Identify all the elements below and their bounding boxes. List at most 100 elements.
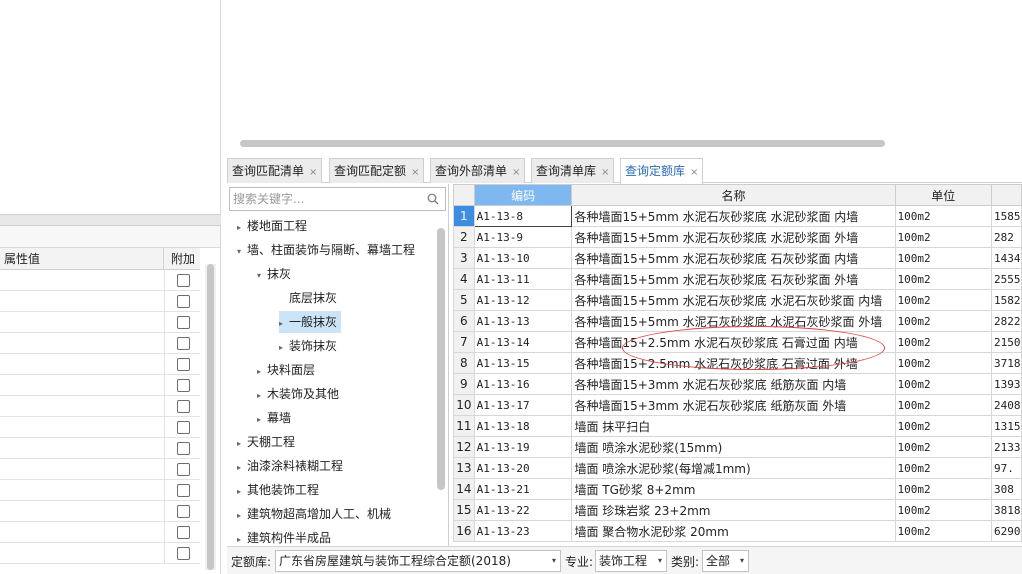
name-cell[interactable]: 各种墙面15+3mm 水泥石灰砂浆底 纸筋灰面 外墙: [571, 394, 896, 416]
chevron-right-icon[interactable]: ▸: [237, 217, 247, 239]
tree-node[interactable]: ▸ 装饰抹灰: [279, 335, 337, 357]
tab-3[interactable]: 查询清单库 ×: [531, 158, 615, 183]
close-icon[interactable]: ×: [309, 167, 317, 178]
price-cell[interactable]: 3818: [990, 499, 1022, 521]
extra-checkbox[interactable]: [177, 337, 190, 350]
close-icon[interactable]: ×: [601, 167, 609, 178]
table-row[interactable]: 9 A1-13-16 各种墙面15+3mm 水泥石灰砂浆底 纸筋灰面 内墙 100m2…: [453, 373, 1022, 395]
name-cell[interactable]: 墙面 TG砂浆 8+2mm: [571, 478, 896, 500]
price-cell[interactable]: 2555: [990, 268, 1022, 290]
close-icon[interactable]: ×: [690, 167, 698, 178]
name-cell[interactable]: 墙面 喷涂水泥砂浆(每增减1mm): [571, 457, 896, 479]
name-cell[interactable]: 墙面 喷涂水泥砂浆(15mm): [571, 436, 896, 458]
code-cell[interactable]: A1-13-19: [473, 436, 573, 458]
name-cell[interactable]: 各种墙面15+3mm 水泥石灰砂浆底 纸筋灰面 内墙: [571, 373, 896, 395]
table-row[interactable]: 15 A1-13-22 墙面 珍珠岩浆 23+2mm 100m2 3818: [453, 499, 1022, 521]
name-cell[interactable]: 各种墙面15+2.5mm 水泥石灰砂浆底 石膏过面 外墙: [571, 352, 896, 374]
unit-cell[interactable]: 100m2: [894, 436, 992, 458]
price-cell[interactable]: 2408: [990, 394, 1022, 416]
price-cell[interactable]: 308: [990, 478, 1022, 500]
extra-checkbox[interactable]: [177, 484, 190, 497]
code-cell[interactable]: A1-13-13: [473, 310, 573, 332]
left-splitter[interactable]: [0, 214, 221, 226]
tree-node[interactable]: ▾ 墙、柱面装饰与隔断、幕墙工程: [237, 239, 415, 261]
unit-cell[interactable]: 100m2: [894, 205, 992, 227]
unit-cell[interactable]: 100m2: [894, 310, 992, 332]
extra-checkbox[interactable]: [177, 526, 190, 539]
chevron-right-icon[interactable]: ▸: [257, 361, 267, 383]
code-cell[interactable]: A1-13-18: [473, 415, 573, 437]
library-select[interactable]: 广东省房屋建筑与装饰工程综合定额(2018) ▾: [275, 550, 561, 572]
extra-checkbox[interactable]: [177, 547, 190, 560]
property-row[interactable]: [0, 480, 200, 501]
unit-cell[interactable]: 100m2: [894, 352, 992, 374]
row-number-cell[interactable]: 10: [453, 394, 475, 416]
tree-node[interactable]: 底层抹灰: [279, 287, 337, 309]
search-icon[interactable]: [427, 193, 439, 205]
category-select[interactable]: 全部 ▾: [702, 550, 749, 572]
property-row[interactable]: [0, 501, 200, 522]
property-row[interactable]: [0, 396, 200, 417]
name-cell[interactable]: 墙面 聚合物水泥砂浆 20mm: [571, 520, 896, 542]
price-cell[interactable]: 282: [990, 226, 1022, 248]
table-row[interactable]: 14 A1-13-21 墙面 TG砂浆 8+2mm 100m2 308: [453, 478, 1022, 500]
price-cell[interactable]: 1585: [990, 205, 1022, 227]
tree-scrollbar[interactable]: [437, 228, 445, 490]
price-cell[interactable]: 1582: [990, 289, 1022, 311]
name-cell[interactable]: 墙面 珍珠岩浆 23+2mm: [571, 499, 896, 521]
extra-checkbox[interactable]: [177, 274, 190, 287]
close-icon[interactable]: ×: [411, 167, 419, 178]
code-cell[interactable]: A1-13-8: [473, 205, 573, 227]
table-row[interactable]: 8 A1-13-15 各种墙面15+2.5mm 水泥石灰砂浆底 石膏过面 外墙 100…: [453, 352, 1022, 374]
unit-cell[interactable]: 100m2: [894, 226, 992, 248]
code-cell[interactable]: A1-13-22: [473, 499, 573, 521]
extra-checkbox[interactable]: [177, 358, 190, 371]
price-cell[interactable]: 3718: [990, 352, 1022, 374]
row-number-cell[interactable]: 11: [453, 415, 475, 437]
code-cell[interactable]: A1-13-12: [473, 289, 573, 311]
table-row[interactable]: 10 A1-13-17 各种墙面15+3mm 水泥石灰砂浆底 纸筋灰面 外墙 100m…: [453, 394, 1022, 416]
chevron-right-icon[interactable]: ▸: [237, 481, 247, 503]
tree-node[interactable]: ▸ 木装饰及其他: [257, 383, 339, 405]
row-number-cell[interactable]: 13: [453, 457, 475, 479]
search-input[interactable]: [230, 188, 420, 210]
major-select[interactable]: 装饰工程 ▾: [595, 550, 667, 572]
table-row[interactable]: 16 A1-13-23 墙面 聚合物水泥砂浆 20mm 100m2 6290: [453, 520, 1022, 542]
property-row[interactable]: [0, 312, 200, 333]
chevron-right-icon[interactable]: ▸: [279, 313, 289, 335]
col-header-value[interactable]: 属性值: [0, 248, 164, 270]
table-row[interactable]: 6 A1-13-13 各种墙面15+5mm 水泥石灰砂浆底 水泥石灰砂浆面 外墙 10…: [453, 310, 1022, 332]
name-cell[interactable]: 墙面 抹平扫白: [571, 415, 896, 437]
table-row[interactable]: 12 A1-13-19 墙面 喷涂水泥砂浆(15mm) 100m2 2133: [453, 436, 1022, 458]
table-row[interactable]: 13 A1-13-20 墙面 喷涂水泥砂浆(每增减1mm) 100m2 97.: [453, 457, 1022, 479]
code-cell[interactable]: A1-13-14: [473, 331, 573, 353]
row-number-cell[interactable]: 2: [453, 226, 475, 248]
property-row[interactable]: [0, 375, 200, 396]
extra-checkbox[interactable]: [177, 379, 190, 392]
tab-0[interactable]: 查询匹配清单 ×: [227, 158, 323, 183]
chevron-down-icon[interactable]: ▾: [257, 265, 267, 287]
chevron-right-icon[interactable]: ▸: [237, 505, 247, 527]
price-cell[interactable]: 6290: [990, 520, 1022, 542]
property-row[interactable]: [0, 417, 200, 438]
property-row[interactable]: [0, 270, 200, 291]
property-grid-scrollbar[interactable]: [205, 264, 216, 570]
row-number-cell[interactable]: 5: [453, 289, 475, 311]
code-cell[interactable]: A1-13-21: [473, 478, 573, 500]
code-cell[interactable]: A1-13-17: [473, 394, 573, 416]
col-header-extra[interactable]: 附加: [164, 248, 200, 270]
col-header-unit[interactable]: 单位: [894, 184, 992, 206]
unit-cell[interactable]: 100m2: [894, 247, 992, 269]
tree-node[interactable]: ▸ 其他装饰工程: [237, 479, 319, 501]
chevron-right-icon[interactable]: ▸: [279, 337, 289, 359]
unit-cell[interactable]: 100m2: [894, 478, 992, 500]
col-header-name[interactable]: 名称: [571, 184, 896, 206]
table-row[interactable]: 2 A1-13-9 各种墙面15+5mm 水泥石灰砂浆底 水泥砂浆面 外墙 100m2…: [453, 226, 1022, 248]
name-cell[interactable]: 各种墙面15+2.5mm 水泥石灰砂浆底 石膏过面 内墙: [571, 331, 896, 353]
row-number-cell[interactable]: 7: [453, 331, 475, 353]
tree-node[interactable]: ▾ 抹灰: [257, 263, 291, 285]
property-row[interactable]: [0, 522, 200, 543]
code-cell[interactable]: A1-13-9: [473, 226, 573, 248]
unit-cell[interactable]: 100m2: [894, 394, 992, 416]
name-cell[interactable]: 各种墙面15+5mm 水泥石灰砂浆底 石灰砂浆面 内墙: [571, 247, 896, 269]
